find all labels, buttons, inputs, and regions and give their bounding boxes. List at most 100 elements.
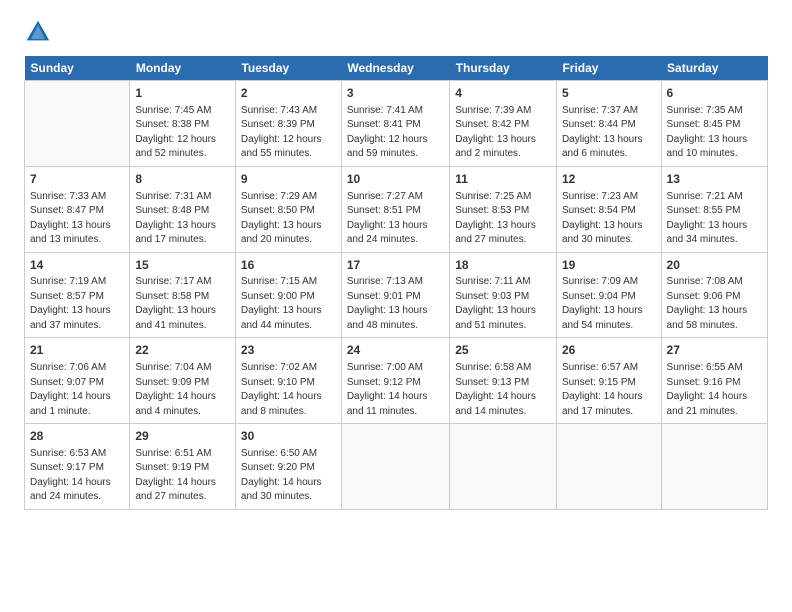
calendar-cell: 18Sunrise: 7:11 AM Sunset: 9:03 PM Dayli…	[450, 252, 557, 338]
day-info: Sunrise: 7:29 AM Sunset: 8:50 PM Dayligh…	[241, 190, 336, 248]
day-info: Sunrise: 6:58 AM Sunset: 9:13 PM Dayligh…	[455, 361, 551, 419]
day-number: 19	[562, 257, 656, 274]
day-info: Sunrise: 7:25 AM Sunset: 8:53 PM Dayligh…	[455, 190, 551, 248]
calendar-cell: 26 Sunrise: 6:57 AM Sunset: 9:15 PM Dayli…	[556, 338, 661, 424]
day-info: Sunrise: 7:43 AM Sunset: 8:39 PM Dayligh…	[241, 104, 336, 162]
day-number: 1	[135, 85, 230, 102]
day-info: Sunrise: 7:35 AM Sunset: 8:45 PM Dayligh…	[667, 104, 762, 162]
day-info: Sunrise: 7:41 AM Sunset: 8:41 PM Dayligh…	[347, 104, 444, 162]
day-info: Sunrise: 7:19 AM Sunset: 8:57 PM Dayligh…	[30, 275, 124, 333]
day-number: 24	[347, 342, 444, 359]
day-number: 25	[455, 342, 551, 359]
header-wednesday: Wednesday	[341, 56, 449, 81]
day-number: 28	[30, 428, 124, 445]
calendar-cell: 21Sunrise: 7:06 AM Sunset: 9:07 PM Dayli…	[25, 338, 130, 424]
calendar-cell: 5 Sunrise: 7:37 AM Sunset: 8:44 PM Daylig…	[556, 81, 661, 167]
day-number: 30	[241, 428, 336, 445]
calendar-cell: 4Sunrise: 7:39 AM Sunset: 8:42 PM Daylig…	[450, 81, 557, 167]
calendar-cell: 23 Sunrise: 7:02 AM Sunset: 9:10 PM Dayli…	[235, 338, 341, 424]
day-number: 3	[347, 85, 444, 102]
header-thursday: Thursday	[450, 56, 557, 81]
day-info: Sunrise: 7:00 AM Sunset: 9:12 PM Dayligh…	[347, 361, 444, 419]
day-info: Sunrise: 7:23 AM Sunset: 8:54 PM Dayligh…	[562, 190, 656, 248]
header-friday: Friday	[556, 56, 661, 81]
calendar-cell: 25 Sunrise: 6:58 AM Sunset: 9:13 PM Dayli…	[450, 338, 557, 424]
page: SundayMondayTuesdayWednesdayThursdayFrid…	[0, 0, 792, 612]
day-info: Sunrise: 7:27 AM Sunset: 8:51 PM Dayligh…	[347, 190, 444, 248]
day-number: 14	[30, 257, 124, 274]
calendar-cell	[25, 81, 130, 167]
calendar-cell: 27 Sunrise: 6:55 AM Sunset: 9:16 PM Dayli…	[661, 338, 767, 424]
calendar-cell: 7 Sunrise: 7:33 AM Sunset: 8:47 PM Daylig…	[25, 166, 130, 252]
day-number: 7	[30, 171, 124, 188]
day-number: 17	[347, 257, 444, 274]
calendar-cell: 30 Sunrise: 6:50 AM Sunset: 9:20 PM Dayli…	[235, 424, 341, 510]
day-info: Sunrise: 7:06 AM Sunset: 9:07 PM Dayligh…	[30, 361, 124, 419]
day-number: 22	[135, 342, 230, 359]
calendar-cell: 2 Sunrise: 7:43 AM Sunset: 8:39 PM Daylig…	[235, 81, 341, 167]
day-info: Sunrise: 7:11 AM Sunset: 9:03 PM Dayligh…	[455, 275, 551, 333]
day-number: 20	[667, 257, 762, 274]
calendar-table: SundayMondayTuesdayWednesdayThursdayFrid…	[24, 56, 768, 510]
calendar-cell: 6 Sunrise: 7:35 AM Sunset: 8:45 PM Daylig…	[661, 81, 767, 167]
calendar-cell: 12 Sunrise: 7:23 AM Sunset: 8:54 PM Dayli…	[556, 166, 661, 252]
day-number: 8	[135, 171, 230, 188]
calendar-cell: 10Sunrise: 7:27 AM Sunset: 8:51 PM Dayli…	[341, 166, 449, 252]
calendar-cell: 17Sunrise: 7:13 AM Sunset: 9:01 PM Dayli…	[341, 252, 449, 338]
day-info: Sunrise: 6:55 AM Sunset: 9:16 PM Dayligh…	[667, 361, 762, 419]
calendar-cell: 15Sunrise: 7:17 AM Sunset: 8:58 PM Dayli…	[130, 252, 236, 338]
day-info: Sunrise: 7:33 AM Sunset: 8:47 PM Dayligh…	[30, 190, 124, 248]
header	[24, 18, 768, 46]
calendar-cell: 16Sunrise: 7:15 AM Sunset: 9:00 PM Dayli…	[235, 252, 341, 338]
day-number: 4	[455, 85, 551, 102]
calendar-cell: 1 Sunrise: 7:45 AM Sunset: 8:38 PM Daylig…	[130, 81, 236, 167]
day-info: Sunrise: 7:45 AM Sunset: 8:38 PM Dayligh…	[135, 104, 230, 162]
logo	[24, 18, 58, 46]
day-number: 29	[135, 428, 230, 445]
day-info: Sunrise: 6:57 AM Sunset: 9:15 PM Dayligh…	[562, 361, 656, 419]
calendar-cell: 20Sunrise: 7:08 AM Sunset: 9:06 PM Dayli…	[661, 252, 767, 338]
day-info: Sunrise: 6:53 AM Sunset: 9:17 PM Dayligh…	[30, 447, 124, 505]
calendar-cell	[556, 424, 661, 510]
calendar-cell: 8Sunrise: 7:31 AM Sunset: 8:48 PM Daylig…	[130, 166, 236, 252]
day-info: Sunrise: 6:50 AM Sunset: 9:20 PM Dayligh…	[241, 447, 336, 505]
calendar-header: SundayMondayTuesdayWednesdayThursdayFrid…	[25, 56, 768, 81]
day-number: 5	[562, 85, 656, 102]
day-info: Sunrise: 7:13 AM Sunset: 9:01 PM Dayligh…	[347, 275, 444, 333]
day-info: Sunrise: 7:37 AM Sunset: 8:44 PM Dayligh…	[562, 104, 656, 162]
week-row-3: 21Sunrise: 7:06 AM Sunset: 9:07 PM Dayli…	[25, 338, 768, 424]
header-tuesday: Tuesday	[235, 56, 341, 81]
day-info: Sunrise: 7:21 AM Sunset: 8:55 PM Dayligh…	[667, 190, 762, 248]
week-row-0: 1 Sunrise: 7:45 AM Sunset: 8:38 PM Daylig…	[25, 81, 768, 167]
week-row-2: 14Sunrise: 7:19 AM Sunset: 8:57 PM Dayli…	[25, 252, 768, 338]
day-info: Sunrise: 7:15 AM Sunset: 9:00 PM Dayligh…	[241, 275, 336, 333]
day-number: 12	[562, 171, 656, 188]
calendar-cell: 9Sunrise: 7:29 AM Sunset: 8:50 PM Daylig…	[235, 166, 341, 252]
day-number: 15	[135, 257, 230, 274]
day-info: Sunrise: 7:02 AM Sunset: 9:10 PM Dayligh…	[241, 361, 336, 419]
day-number: 16	[241, 257, 336, 274]
day-info: Sunrise: 6:51 AM Sunset: 9:19 PM Dayligh…	[135, 447, 230, 505]
header-saturday: Saturday	[661, 56, 767, 81]
day-info: Sunrise: 7:08 AM Sunset: 9:06 PM Dayligh…	[667, 275, 762, 333]
day-number: 18	[455, 257, 551, 274]
day-number: 2	[241, 85, 336, 102]
week-row-1: 7 Sunrise: 7:33 AM Sunset: 8:47 PM Daylig…	[25, 166, 768, 252]
day-number: 26	[562, 342, 656, 359]
day-info: Sunrise: 7:17 AM Sunset: 8:58 PM Dayligh…	[135, 275, 230, 333]
calendar-cell: 29 Sunrise: 6:51 AM Sunset: 9:19 PM Dayli…	[130, 424, 236, 510]
logo-icon	[24, 18, 52, 46]
week-row-4: 28 Sunrise: 6:53 AM Sunset: 9:17 PM Dayli…	[25, 424, 768, 510]
calendar-cell: 3 Sunrise: 7:41 AM Sunset: 8:41 PM Daylig…	[341, 81, 449, 167]
calendar-cell: 22 Sunrise: 7:04 AM Sunset: 9:09 PM Dayli…	[130, 338, 236, 424]
calendar-cell: 13Sunrise: 7:21 AM Sunset: 8:55 PM Dayli…	[661, 166, 767, 252]
calendar-cell	[661, 424, 767, 510]
day-number: 23	[241, 342, 336, 359]
day-number: 27	[667, 342, 762, 359]
header-row: SundayMondayTuesdayWednesdayThursdayFrid…	[25, 56, 768, 81]
header-sunday: Sunday	[25, 56, 130, 81]
day-info: Sunrise: 7:04 AM Sunset: 9:09 PM Dayligh…	[135, 361, 230, 419]
calendar-cell: 24 Sunrise: 7:00 AM Sunset: 9:12 PM Dayli…	[341, 338, 449, 424]
day-info: Sunrise: 7:09 AM Sunset: 9:04 PM Dayligh…	[562, 275, 656, 333]
day-number: 6	[667, 85, 762, 102]
